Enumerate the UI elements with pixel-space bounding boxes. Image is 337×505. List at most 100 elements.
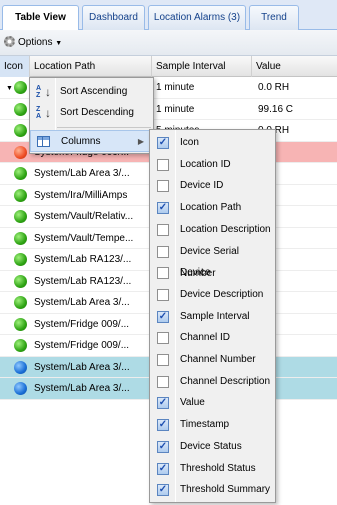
cell-location-path: System/Fridge 009/... — [34, 318, 130, 330]
caret-down-icon: ▼ — [55, 40, 63, 47]
checkbox-checked[interactable]: ✓ — [157, 462, 169, 475]
cell-location-path: System/Vault/Tempe... — [34, 232, 134, 244]
column-header-location-path[interactable]: Location Path — [30, 56, 152, 77]
column-toggle-label: Device Description — [180, 288, 264, 300]
grid-header: Icon ▼ Location Path Sample Interval Val… — [0, 56, 337, 92]
column-toggle-item[interactable]: Device ID — [150, 175, 275, 197]
column-header-value[interactable]: Value — [252, 56, 337, 77]
column-toggle-item[interactable]: Device Description — [150, 284, 275, 306]
status-green-icon — [14, 296, 27, 309]
tab-table-view[interactable]: Table View — [2, 5, 79, 31]
tab-location-alarms[interactable]: Location Alarms (3) — [148, 5, 246, 30]
status-green-icon — [14, 231, 27, 245]
column-toggle-item[interactable]: Channel Description — [150, 371, 275, 393]
checkbox-unchecked[interactable] — [157, 375, 169, 388]
checkmark-icon: ✓ — [158, 484, 168, 496]
menu-separator — [57, 127, 151, 128]
tab-dashboard[interactable]: Dashboard — [82, 5, 145, 30]
column-toggle-label: Device ID — [180, 180, 224, 192]
status-blue-icon — [14, 382, 27, 395]
checkbox-checked[interactable]: ✓ — [157, 484, 169, 497]
gear-icon — [4, 36, 15, 47]
checkbox-checked[interactable]: ✓ — [157, 310, 169, 323]
menu-item-label: Sort Ascending — [60, 86, 128, 97]
options-label: Options — [18, 37, 53, 48]
column-header-sample-interval[interactable]: Sample Interval — [152, 56, 252, 77]
status-green-icon — [14, 274, 27, 288]
menu-item-sort-descending[interactable]: Z A ↓ Sort Descending — [30, 102, 153, 124]
column-toggle-item[interactable]: ✓ Threshold Summary — [150, 479, 275, 501]
cell-location-path: System/Ira/MilliAmps — [34, 189, 128, 201]
checkbox-checked[interactable]: ✓ — [157, 419, 169, 432]
checkbox-unchecked[interactable] — [157, 288, 169, 301]
status-green-icon — [14, 253, 27, 266]
status-blue-icon — [14, 360, 27, 374]
menu-item-label: Columns — [61, 136, 101, 147]
options-button[interactable]: Options ▼ — [4, 34, 62, 52]
cell-location-path: System/Lab Area 3/... — [34, 361, 130, 373]
column-header-icon[interactable]: Icon ▼ — [0, 56, 30, 92]
checkbox-unchecked[interactable] — [157, 223, 169, 236]
checkbox-checked[interactable]: ✓ — [157, 202, 169, 215]
cell-location-path: System/Vault/Relativ... — [34, 211, 134, 222]
columns-icon — [37, 136, 50, 147]
chevron-right-icon: ▶ — [137, 137, 144, 146]
cell-location-path: System/Fridge 009/... — [34, 340, 130, 351]
cell-location-path: System/Lab RA123/... — [34, 254, 132, 265]
cell-location-path: System/Lab Area 3/... — [34, 297, 130, 308]
column-toggle-label: Device — [180, 267, 211, 279]
column-toggle-label: Channel Number — [180, 354, 256, 365]
column-toggle-item[interactable]: Device — [150, 262, 275, 284]
cell-sample-interval: 1 minute — [156, 82, 195, 93]
column-toggle-label: Location Path — [180, 202, 242, 214]
cell-value: 99.16 C — [258, 103, 294, 115]
status-green-icon — [14, 188, 27, 202]
column-toggle-item[interactable]: Channel ID — [150, 327, 275, 349]
column-toggle-item[interactable]: ✓ Sample Interval — [150, 306, 275, 328]
status-green-icon — [14, 102, 27, 116]
column-toggle-item[interactable]: Location Description — [150, 219, 275, 241]
column-toggle-label: Sample Interval — [180, 310, 250, 322]
column-toggle-item[interactable]: Device Serial Number — [150, 241, 275, 279]
column-toggle-item[interactable]: ✓ Timestamp — [150, 414, 275, 436]
checkmark-icon: ✓ — [158, 462, 168, 474]
column-toggle-item[interactable]: ✓ Value — [150, 392, 275, 414]
column-toggle-label: Timestamp — [180, 419, 230, 431]
checkbox-unchecked[interactable] — [157, 354, 169, 366]
column-toggle-item[interactable]: ✓ Icon — [150, 132, 275, 154]
status-green-icon — [14, 317, 27, 331]
menu-item-columns[interactable]: Columns ▶ — [30, 130, 153, 152]
column-toggle-label: Icon — [180, 137, 199, 148]
status-green-icon — [14, 81, 27, 94]
column-toggle-item[interactable]: Location ID — [150, 154, 275, 176]
status-green-icon — [14, 124, 27, 137]
status-red-icon — [14, 145, 27, 159]
tab-bar: Table View Dashboard Location Alarms (3)… — [0, 0, 337, 31]
tab-trend[interactable]: Trend — [249, 5, 299, 30]
checkbox-unchecked[interactable] — [157, 267, 169, 280]
checkbox-unchecked[interactable] — [157, 180, 169, 193]
column-toggle-item[interactable]: ✓ Threshold Status — [150, 458, 275, 480]
toolbar: Options ▼ — [0, 30, 337, 56]
checkbox-unchecked[interactable] — [157, 332, 169, 345]
checkmark-icon: ✓ — [158, 440, 168, 452]
checkmark-icon: ✓ — [158, 137, 168, 148]
cell-location-path: System/Lab Area 3/... — [34, 168, 130, 179]
checkbox-unchecked[interactable] — [157, 158, 169, 171]
column-toggle-label: Channel Description — [180, 375, 271, 387]
column-toggle-item[interactable]: ✓ Location Path — [150, 197, 275, 219]
menu-item-sort-ascending[interactable]: A Z ↓ Sort Ascending — [30, 81, 153, 103]
menu-item-label: Sort Descending — [60, 107, 134, 118]
checkmark-icon: ✓ — [158, 310, 168, 322]
checkbox-checked[interactable]: ✓ — [157, 440, 169, 453]
status-green-icon — [14, 167, 27, 180]
checkbox-checked[interactable]: ✓ — [157, 397, 169, 410]
checkmark-icon: ✓ — [158, 419, 168, 431]
column-toggle-label: Location ID — [180, 158, 231, 170]
column-toggle-item[interactable]: Channel Number — [150, 349, 275, 371]
column-toggle-item[interactable]: ✓ Device Status — [150, 436, 275, 458]
cell-location-path: System/Lab Area 3/... — [34, 383, 130, 394]
checkbox-unchecked[interactable] — [157, 245, 169, 258]
cell-sample-interval: 1 minute — [156, 103, 195, 115]
checkbox-checked[interactable]: ✓ — [157, 137, 169, 149]
